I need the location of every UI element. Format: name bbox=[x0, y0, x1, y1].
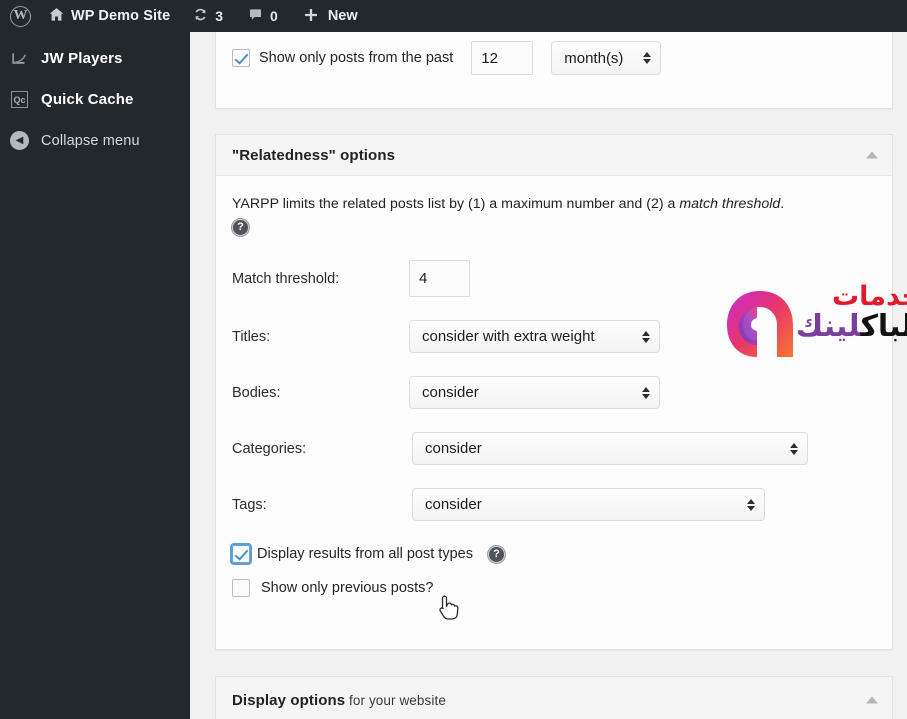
site-name-menu[interactable]: WP Demo Site bbox=[40, 0, 178, 32]
display-options-title-rest: for your website bbox=[345, 693, 446, 708]
tags-select[interactable]: consider bbox=[412, 488, 765, 521]
updates-count: 3 bbox=[215, 8, 223, 24]
description-emphasis: match threshold bbox=[679, 196, 780, 212]
row-tags: Tags: consider bbox=[232, 488, 876, 521]
description-text-part1: YARPP limits the related posts list by (… bbox=[232, 196, 679, 212]
comment-bubble-icon bbox=[247, 6, 264, 26]
relatedness-panel-header[interactable]: "Relatedness" options bbox=[216, 135, 892, 176]
row-display-all-post-types: Display results from all post types ? bbox=[232, 545, 876, 563]
sidebar-item-collapse-menu[interactable]: ◀ Collapse menu bbox=[0, 120, 190, 161]
select-spinner-icon bbox=[790, 443, 798, 455]
row-show-only-posts-past: Show only posts from the past month(s) bbox=[232, 41, 876, 75]
show-only-posts-past-label: Show only posts from the past bbox=[259, 50, 453, 66]
home-icon bbox=[48, 6, 65, 26]
update-refresh-icon bbox=[192, 6, 209, 26]
sidebar-item-jw-players[interactable]: JW Players bbox=[0, 38, 190, 79]
row-categories: Categories: consider bbox=[232, 432, 876, 465]
wordpress-logo-menu[interactable]: W bbox=[0, 0, 40, 32]
titles-label: Titles: bbox=[232, 329, 409, 345]
quick-cache-icon: Qc bbox=[9, 89, 30, 110]
admin-sidebar: JW Players Qc Quick Cache ◀ Collapse men… bbox=[0, 32, 190, 719]
comments-menu[interactable]: 0 bbox=[239, 0, 286, 32]
chevron-up-icon[interactable] bbox=[866, 697, 878, 704]
tags-select-value: consider bbox=[425, 496, 482, 513]
chevron-up-icon[interactable] bbox=[866, 152, 878, 159]
site-name-label: WP Demo Site bbox=[71, 8, 170, 24]
panel-display-options: Display options for your website bbox=[215, 676, 893, 719]
collapse-arrow-icon: ◀ bbox=[9, 130, 30, 151]
updates-menu[interactable]: 3 bbox=[184, 0, 231, 32]
categories-select[interactable]: consider bbox=[412, 432, 808, 465]
help-icon[interactable]: ? bbox=[232, 219, 249, 236]
titles-select[interactable]: consider with extra weight bbox=[409, 320, 660, 353]
relatedness-description: YARPP limits the related posts list by (… bbox=[232, 194, 876, 238]
show-only-previous-posts-checkbox[interactable] bbox=[232, 579, 250, 597]
display-all-post-types-label: Display results from all post types bbox=[257, 546, 473, 562]
panel-pool-body: Show only posts from the past month(s) bbox=[216, 32, 892, 93]
categories-select-value: consider bbox=[425, 440, 482, 457]
bodies-select[interactable]: consider bbox=[409, 376, 660, 409]
admin-bar: W WP Demo Site 3 0 New bbox=[0, 0, 907, 32]
panel-relatedness-options: "Relatedness" options YARPP limits the r… bbox=[215, 134, 893, 650]
select-spinner-icon bbox=[642, 331, 650, 343]
new-content-label: New bbox=[328, 8, 358, 24]
description-text-part2: . bbox=[780, 196, 784, 212]
panel-pool-options: Show only posts from the past month(s) bbox=[215, 32, 893, 109]
relatedness-panel-body: YARPP limits the related posts list by (… bbox=[216, 176, 892, 597]
past-unit-value: month(s) bbox=[564, 50, 623, 67]
display-options-header[interactable]: Display options for your website bbox=[216, 677, 892, 719]
show-only-previous-posts-label: Show only previous posts? bbox=[261, 580, 434, 596]
sidebar-item-label: Quick Cache bbox=[41, 91, 134, 108]
wordpress-logo-icon: W bbox=[10, 6, 31, 27]
categories-label: Categories: bbox=[232, 441, 412, 457]
row-match-threshold: Match threshold: bbox=[232, 260, 876, 297]
bodies-label: Bodies: bbox=[232, 385, 409, 401]
show-only-posts-past-checkbox[interactable] bbox=[232, 49, 250, 67]
sidebar-item-label: Collapse menu bbox=[41, 133, 140, 149]
row-bodies: Bodies: consider bbox=[232, 376, 876, 409]
match-threshold-input[interactable] bbox=[409, 260, 470, 297]
new-content-menu[interactable]: New bbox=[294, 0, 366, 32]
bodies-select-value: consider bbox=[422, 384, 479, 401]
relatedness-panel-title: "Relatedness" options bbox=[232, 147, 395, 164]
jw-players-icon bbox=[9, 48, 30, 69]
tags-label: Tags: bbox=[232, 497, 412, 513]
sidebar-item-quick-cache[interactable]: Qc Quick Cache bbox=[0, 79, 190, 120]
row-titles: Titles: consider with extra weight bbox=[232, 320, 876, 353]
select-spinner-icon bbox=[642, 387, 650, 399]
display-options-title: Display options for your website bbox=[232, 692, 446, 709]
past-unit-select[interactable]: month(s) bbox=[551, 41, 661, 75]
display-options-title-strong: Display options bbox=[232, 692, 345, 709]
select-spinner-icon bbox=[643, 52, 651, 64]
help-icon[interactable]: ? bbox=[488, 546, 505, 563]
row-show-only-previous-posts: Show only previous posts? bbox=[232, 579, 876, 597]
match-threshold-label: Match threshold: bbox=[232, 271, 409, 287]
comments-count: 0 bbox=[270, 8, 278, 24]
titles-select-value: consider with extra weight bbox=[422, 328, 595, 345]
main-content: Show only posts from the past month(s) "… bbox=[190, 32, 907, 719]
plus-icon bbox=[302, 6, 320, 27]
past-number-input[interactable] bbox=[471, 41, 533, 75]
display-all-post-types-checkbox[interactable] bbox=[232, 545, 250, 563]
quick-cache-icon-text: Qc bbox=[11, 91, 28, 108]
sidebar-item-label: JW Players bbox=[41, 50, 123, 67]
select-spinner-icon bbox=[747, 499, 755, 511]
